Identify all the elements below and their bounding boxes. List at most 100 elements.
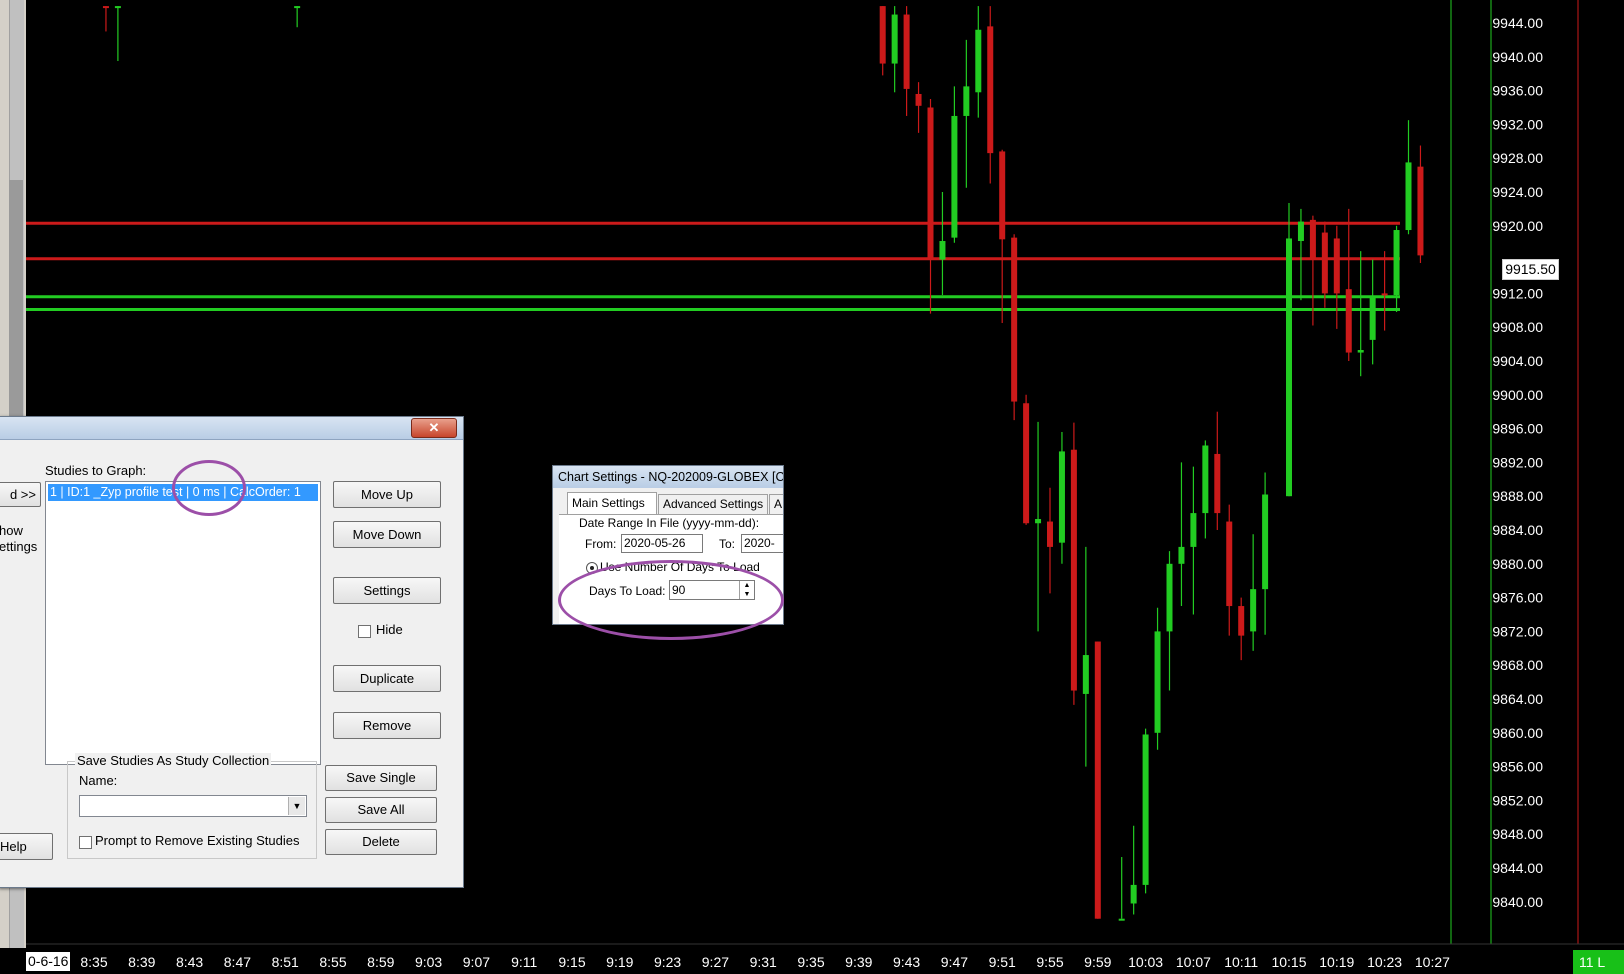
time-axis-label: 8:43 [176,954,203,970]
name-label: Name: [79,773,118,788]
hide-label: Hide [376,622,403,637]
to-label: To: [719,537,736,551]
price-axis-label: 9936.00 [1492,83,1543,99]
chart-settings-dialog: Chart Settings - NQ-202009-GLOBEX [CBV M… [552,465,784,625]
time-axis-label: 10:07 [1176,954,1211,970]
collection-name-combo[interactable]: ▼ [79,795,307,817]
time-axis-label: 9:11 [511,954,537,970]
date-range-label: Date Range In File (yyyy-mm-dd): [579,516,760,530]
time-axis-label: 10:19 [1319,954,1354,970]
time-axis-label: 9:43 [893,954,920,970]
chart-settings-title[interactable]: Chart Settings - NQ-202009-GLOBEX [CBV [553,466,783,488]
time-axis-label: 9:31 [750,954,777,970]
price-axis-label: 9940.00 [1492,49,1543,65]
move-up-button[interactable]: Move Up [333,481,441,508]
duplicate-button[interactable]: Duplicate [333,665,441,692]
save-single-button[interactable]: Save Single [325,765,437,791]
price-axis-label: 9856.00 [1492,759,1543,775]
time-axis-label: 9:39 [845,954,872,970]
price-axis-label: 9872.00 [1492,623,1543,639]
hide-checkbox[interactable] [358,625,371,638]
spin-arrows-icon[interactable]: ▲ ▼ [739,581,754,599]
price-axis-label: 9876.00 [1492,590,1543,606]
study-collection-group-title: Save Studies As Study Collection [75,753,272,768]
tab-advanced-settings[interactable]: Advanced Settings [658,494,768,514]
candlestick [1286,202,1292,497]
time-axis-label: 9:23 [654,954,681,970]
candlestick [1142,728,1149,894]
save-all-button[interactable]: Save All [325,797,437,823]
time-axis-label: 9:55 [1036,954,1063,970]
time-axis-label: 9:27 [702,954,729,970]
price-axis-label: 9896.00 [1492,421,1543,437]
tab-main-settings[interactable]: Main Settings [567,492,657,514]
days-to-load-label: Days To Load: [589,584,666,598]
start-date-label: 0-6-16 [26,952,71,971]
add-study-button[interactable]: d >> [0,482,41,507]
chevron-down-icon[interactable]: ▼ [288,797,305,815]
studies-list[interactable]: 1 | ID:1 _Zyp profile test | 0 ms | Calc… [45,481,321,765]
time-axis-label: 8:55 [319,954,346,970]
settings-button[interactable]: Settings [333,577,441,604]
price-axis-label: 9932.00 [1492,116,1543,132]
time-axis-label: 10:23 [1367,954,1402,970]
time-axis-label: 8:59 [367,954,394,970]
study-list-item[interactable]: 1 | ID:1 _Zyp profile test | 0 ms | Calc… [48,484,318,501]
price-axis-label: 9864.00 [1492,691,1543,707]
from-label: From: [585,537,617,551]
delete-button[interactable]: Delete [325,829,437,855]
price-axis-label: 9944.00 [1492,15,1543,31]
time-axis-label: 8:35 [80,954,107,970]
move-down-button[interactable]: Move Down [333,521,441,548]
show-settings-label-line1: how [0,523,23,538]
time-axis-label: 9:47 [941,954,968,970]
time-axis-label: 10:03 [1128,954,1163,970]
price-axis-label: 9904.00 [1492,353,1543,369]
remove-button[interactable]: Remove [333,712,441,739]
close-button[interactable]: ✕ [411,418,457,438]
use-days-radio[interactable] [586,562,598,574]
time-axis-label: 8:51 [272,954,299,970]
price-axis-label: 9860.00 [1492,725,1543,741]
price-axis-label: 9900.00 [1492,387,1543,403]
price-axis-label: 9880.00 [1492,556,1543,572]
corner-status-label: 11 L [1573,950,1624,974]
time-axis-label: 9:59 [1084,954,1111,970]
price-axis-label: 9848.00 [1492,826,1543,842]
studies-titlebar[interactable]: ✕ [0,417,463,440]
time-axis-label: 9:03 [415,954,442,970]
from-date-field[interactable]: 2020-05-26 [621,534,703,553]
tab-more[interactable]: A [769,494,783,514]
candlestick [1070,422,1077,705]
prompt-remove-checkbox[interactable] [79,836,92,849]
price-axis-label: 9852.00 [1492,792,1543,808]
prompt-remove-label: Prompt to Remove Existing Studies [95,833,300,848]
studies-to-graph-label: Studies to Graph: [45,463,147,478]
candlestick [1094,641,1101,919]
price-axis-label: 9920.00 [1492,218,1543,234]
price-axis-label: 9888.00 [1492,488,1543,504]
last-price-label: 9915.50 [1502,259,1559,280]
price-axis-label: 9868.00 [1492,657,1543,673]
use-days-label: Use Number Of Days To Load [600,560,760,574]
price-axis-label: 9840.00 [1492,894,1543,910]
time-axis-label: 9:15 [558,954,585,970]
time-axis-label: 8:47 [224,954,251,970]
price-axis-label: 9924.00 [1492,184,1543,200]
help-button[interactable]: Help [0,833,53,860]
time-axis-label: 8:39 [128,954,155,970]
time-axis-label: 10:27 [1415,954,1450,970]
time-axis-label: 10:11 [1224,954,1258,970]
candlestick [1011,234,1018,421]
price-axis-label: 9844.00 [1492,860,1543,876]
time-axis-label: 9:07 [463,954,490,970]
price-axis-label: 9912.00 [1492,285,1543,301]
price-axis-label: 9892.00 [1492,454,1543,470]
time-axis-label: 9:19 [606,954,633,970]
time-axis-label: 9:35 [797,954,824,970]
to-date-field[interactable]: 2020- [741,534,783,553]
time-axis-label: 10:15 [1271,954,1306,970]
studies-dialog: ✕ Studies to Graph: d >> how ettings 1 |… [0,416,464,888]
candlestick [1023,394,1030,525]
time-axis-label: 9:51 [989,954,1016,970]
